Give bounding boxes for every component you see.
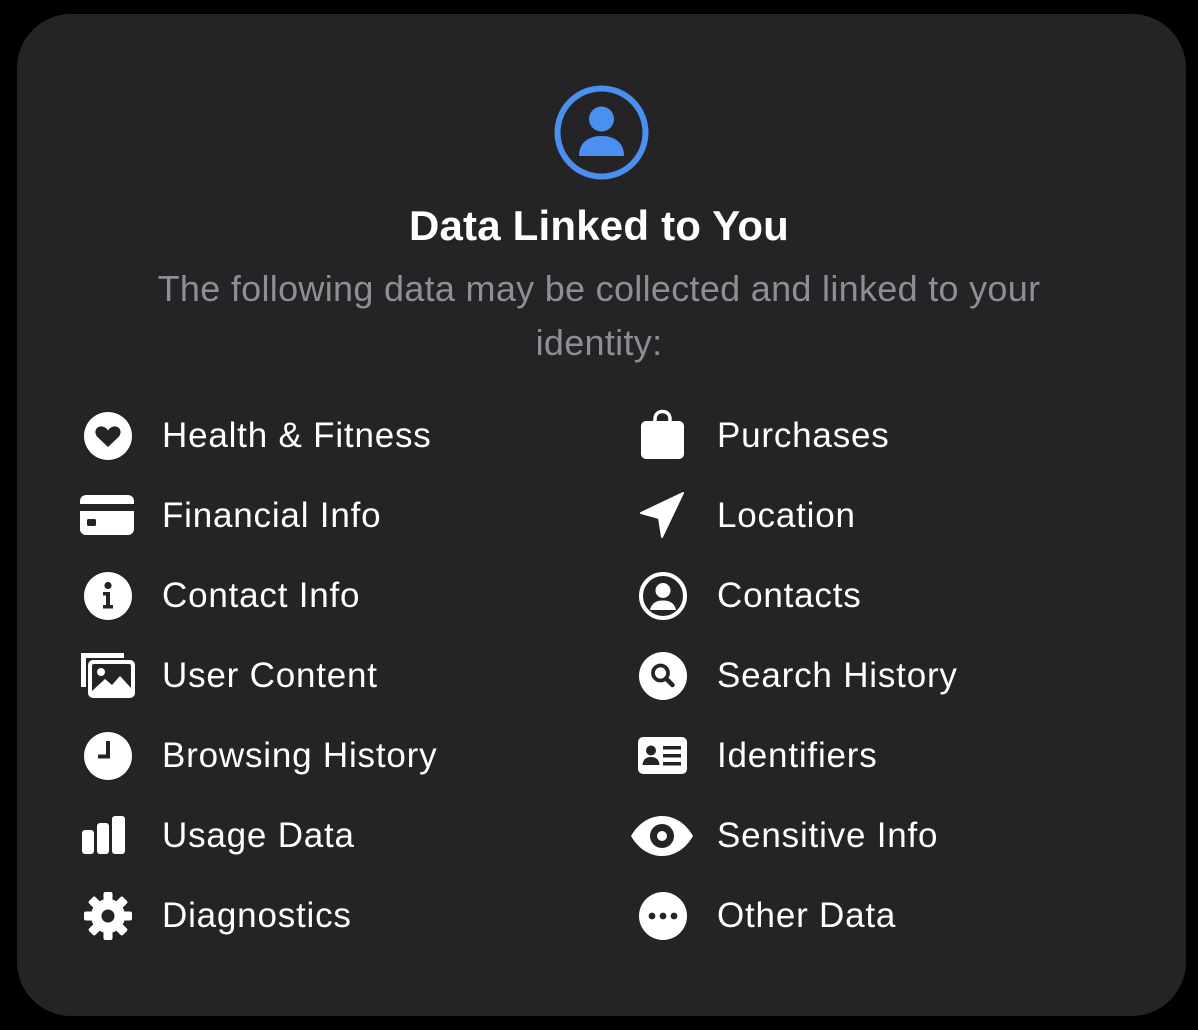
item-label: Contact Info bbox=[162, 576, 361, 615]
item-label: User Content bbox=[162, 656, 378, 695]
person-crop-circle-icon bbox=[554, 85, 649, 180]
item-label: Purchases bbox=[717, 416, 890, 455]
gear-icon bbox=[84, 892, 132, 940]
ellipsis-circle-icon bbox=[639, 892, 687, 940]
photos-icon bbox=[81, 653, 135, 698]
item-label: Other Data bbox=[717, 896, 897, 935]
item-label: Financial Info bbox=[162, 496, 382, 535]
search-icon bbox=[639, 652, 687, 700]
item-label: Contacts bbox=[717, 576, 862, 615]
credit-card-icon bbox=[80, 495, 134, 535]
item-label: Health & Fitness bbox=[162, 416, 432, 455]
person-circle-icon bbox=[639, 572, 687, 620]
item-label: Browsing History bbox=[162, 736, 438, 775]
info-icon bbox=[84, 572, 132, 620]
bar-chart-icon bbox=[82, 816, 125, 854]
item-label: Usage Data bbox=[162, 816, 355, 855]
id-card-icon bbox=[638, 737, 687, 774]
item-label: Search History bbox=[717, 656, 958, 695]
eye-icon bbox=[631, 816, 693, 856]
item-label: Sensitive Info bbox=[717, 816, 939, 855]
item-label: Diagnostics bbox=[162, 896, 352, 935]
shopping-bag-icon bbox=[641, 409, 684, 459]
location-arrow-icon bbox=[640, 492, 684, 538]
item-label: Location bbox=[717, 496, 856, 535]
page-subtitle: The following data may be collected and … bbox=[157, 268, 1041, 363]
page-title: Data Linked to You bbox=[408, 202, 790, 249]
clock-icon bbox=[84, 732, 132, 780]
heart-icon bbox=[84, 412, 132, 460]
item-label: Identifiers bbox=[717, 736, 878, 775]
